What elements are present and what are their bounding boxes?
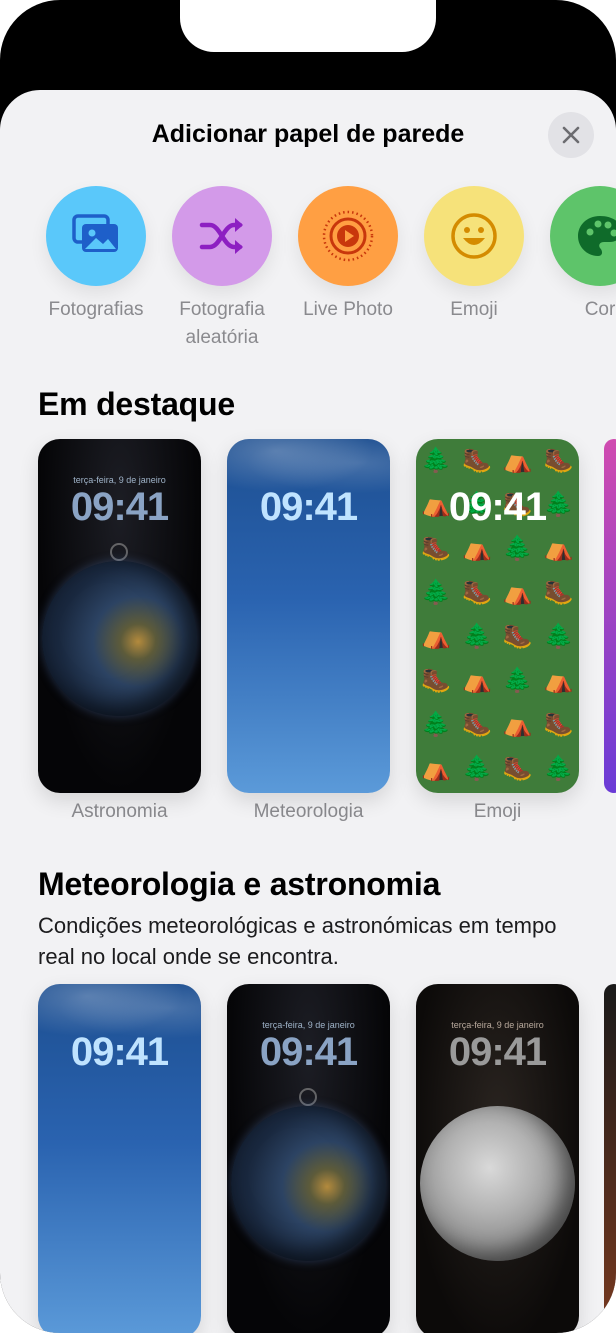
earth-image <box>231 1106 386 1261</box>
category-emoji[interactable]: Emoji <box>411 186 537 352</box>
palette-icon <box>578 216 616 256</box>
wallpaper-partial-card[interactable] <box>604 439 616 793</box>
category-photos[interactable]: Fotografias <box>33 186 159 352</box>
category-color-circle[interactable] <box>550 186 616 286</box>
photos-icon <box>72 214 118 252</box>
lockscreen-date: terça-feira, 9 de janeiro <box>451 1020 544 1030</box>
category-label: Emoji <box>450 299 498 320</box>
category-row: Fotografias Fotografia aleatória Live Ph… <box>33 186 616 352</box>
device-notch <box>180 0 436 52</box>
wallpaper-preview[interactable]: terça-feira, 9 de janeiro 09:41 <box>38 439 201 793</box>
lockscreen-time: 09:41 <box>70 1030 169 1074</box>
category-color[interactable]: Cor <box>537 186 616 352</box>
wallpaper-label: Emoji <box>473 801 522 822</box>
category-label: Cor <box>584 299 616 320</box>
category-emoji-circle[interactable] <box>424 186 524 286</box>
lockscreen-time: 09:41 <box>259 485 358 529</box>
wallpaper-preview[interactable]: terça-feira, 9 de janeiro 09:41 <box>227 984 390 1333</box>
category-live-photo-circle[interactable] <box>298 186 398 286</box>
wallpaper-moon-live[interactable]: terça-feira, 9 de janeiro 09:41 <box>416 984 579 1333</box>
category-label: Live Photo <box>303 299 393 320</box>
weather-astronomy-section-subtitle: Condições meteorológicas e astronómicas … <box>38 913 557 969</box>
featured-wallpaper-row: terça-feira, 9 de janeiro 09:41 Astronom… <box>38 439 579 823</box>
wallpaper-label: Astronomia <box>71 801 168 822</box>
featured-section-title: Em destaque <box>38 386 235 422</box>
lockscreen-time: 09:41 <box>448 485 547 529</box>
category-shuffle[interactable]: Fotografia aleatória <box>159 186 285 352</box>
location-dot-icon <box>299 1088 317 1106</box>
category-shuffle-circle[interactable] <box>172 186 272 286</box>
category-live-photo[interactable]: Live Photo <box>285 186 411 352</box>
weather-astronomy-wallpaper-row: 09:41 terça-feira, 9 de janeiro 09:41 te… <box>38 984 579 1333</box>
category-photos-circle[interactable] <box>46 186 146 286</box>
location-dot-icon <box>110 543 128 561</box>
sheet-title: Adicionar papel de parede <box>151 120 465 148</box>
wallpaper-astronomy[interactable]: terça-feira, 9 de janeiro 09:41 Astronom… <box>38 439 201 823</box>
emoji-icon <box>451 213 497 259</box>
lockscreen-time: 09:41 <box>70 485 169 529</box>
wallpaper-preview[interactable]: terça-feira, 9 de janeiro 09:41 <box>416 984 579 1333</box>
live-photo-icon <box>322 210 374 262</box>
wallpaper-partial-card[interactable] <box>604 984 616 1333</box>
wallpaper-weather[interactable]: 09:41 Meteorologia <box>227 439 390 823</box>
weather-astronomy-section-title: Meteorologia e astronomia <box>38 866 441 902</box>
wallpaper-label: Meteorologia <box>253 801 364 822</box>
moon-image <box>420 1106 575 1261</box>
lockscreen-date: terça-feira, 9 de janeiro <box>73 475 166 485</box>
wallpaper-preview[interactable]: 🌲 🥾 ⛺ 🥾 ⛺ 🌲 🥾 🌲 🥾 ⛺ 🌲 ⛺ 🌲 🥾 ⛺ 🥾 ⛺ 🌲 🥾 🌲 🥾 ⛺ 🌲 ⛺ 🌲 🥾 ⛺ 🥾 ⛺ 🌲 🥾 🌲 … <box>416 439 579 793</box>
lockscreen-time: 09:41 <box>448 1030 547 1074</box>
category-label: Fotografias <box>48 299 144 320</box>
close-button[interactable] <box>548 112 594 158</box>
wallpaper-earth-live[interactable]: terça-feira, 9 de janeiro 09:41 <box>227 984 390 1333</box>
category-label: Fotografia aleatória <box>179 299 265 348</box>
device-frame: Adicionar papel de parede Fotografias Fo… <box>0 0 616 1333</box>
wallpaper-preview[interactable]: 09:41 <box>227 439 390 793</box>
wallpaper-emoji[interactable]: 🌲 🥾 ⛺ 🥾 ⛺ 🌲 🥾 🌲 🥾 ⛺ 🌲 ⛺ 🌲 🥾 ⛺ 🥾 ⛺ 🌲 🥾 🌲 🥾 ⛺ 🌲 ⛺ 🌲 🥾 ⛺ 🥾 ⛺ 🌲 🥾 🌲 … <box>416 439 579 823</box>
earth-image <box>42 561 197 716</box>
add-wallpaper-sheet: Adicionar papel de parede Fotografias Fo… <box>0 90 616 1333</box>
lockscreen-time: 09:41 <box>259 1030 358 1074</box>
shuffle-icon <box>199 218 243 254</box>
wallpaper-weather-live[interactable]: 09:41 <box>38 984 201 1333</box>
wallpaper-preview[interactable]: 09:41 <box>38 984 201 1333</box>
lockscreen-date: terça-feira, 9 de janeiro <box>262 1020 355 1030</box>
close-icon <box>562 126 580 144</box>
